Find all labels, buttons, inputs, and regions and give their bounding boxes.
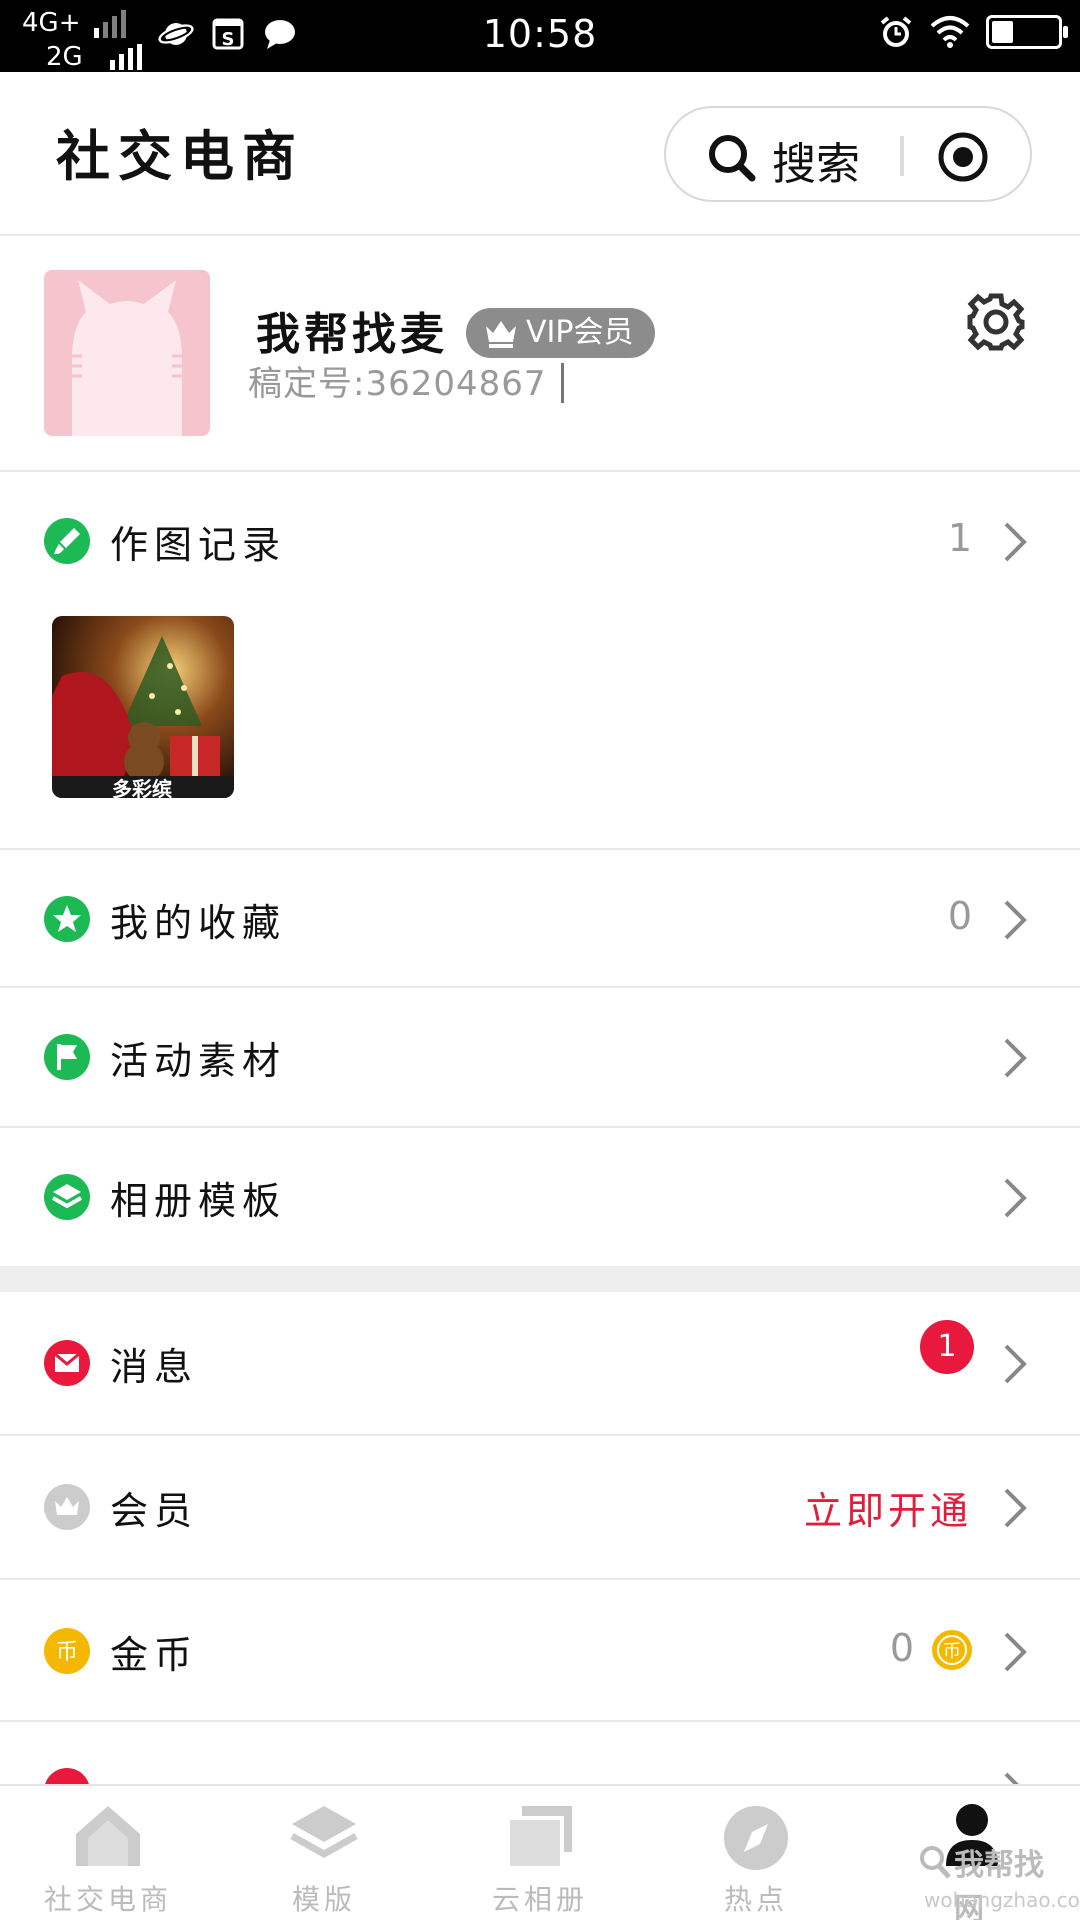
page-title: 社交电商	[56, 124, 304, 188]
layers-icon	[44, 1174, 90, 1220]
chevron-right-icon	[1002, 1176, 1028, 1220]
crown-icon	[44, 1484, 90, 1530]
profile-nickname: 我帮找麦	[256, 309, 448, 360]
brush-icon	[44, 518, 90, 564]
profile-card[interactable]: 我帮找麦 VIP会员 稿定号:36204867	[0, 238, 1080, 472]
tab-cloud-album[interactable]: 云相册	[432, 1786, 648, 1920]
vip-badge[interactable]: VIP会员	[466, 308, 656, 358]
svg-text:多彩缤: 多彩缤	[112, 777, 172, 798]
row-count: 0	[889, 1626, 914, 1670]
row-album-templates[interactable]: 相册模板	[0, 1128, 1080, 1266]
chevron-right-icon	[1002, 1486, 1028, 1530]
row-label: 金币	[110, 1633, 199, 1677]
coin-icon: 币	[44, 1628, 90, 1674]
star-icon	[44, 896, 90, 942]
row-label: 活动素材	[110, 1039, 287, 1083]
tab-label: 云相册	[491, 1883, 588, 1916]
record-target-icon[interactable]	[936, 130, 990, 184]
row-label: 会员	[110, 1489, 199, 1533]
row-count: 0	[947, 894, 972, 938]
vip-badge-label: VIP会员	[526, 315, 634, 350]
tab-label: 模版	[291, 1883, 356, 1916]
coin-symbol: 币	[56, 1640, 78, 1665]
chevron-right-icon	[1002, 520, 1028, 564]
app-header: 社交电商 搜索	[0, 72, 1080, 236]
activate-membership-link[interactable]: 立即开通	[804, 1480, 972, 1535]
row-label: 相册模板	[110, 1179, 287, 1223]
account-id-text: 稿定号:36204867	[248, 364, 547, 404]
account-id: 稿定号:36204867	[248, 356, 564, 405]
row-favorites[interactable]: 我的收藏 0	[0, 850, 1080, 988]
magnifier-logo-icon	[920, 1846, 951, 1879]
drawing-thumbnail[interactable]: 多彩缤	[52, 616, 234, 798]
chevron-right-icon	[1002, 1036, 1028, 1080]
text-cursor	[560, 363, 564, 403]
flag-icon	[44, 1034, 90, 1080]
section-separator	[0, 1266, 1080, 1292]
row-activity-materials[interactable]: 活动素材	[0, 988, 1080, 1128]
search-bar[interactable]: 搜索	[664, 106, 1032, 202]
tab-label: 社交电商	[43, 1883, 172, 1916]
row-label: 我的收藏	[110, 901, 287, 945]
search-label: 搜索	[772, 139, 860, 190]
coin-symbol: 币	[943, 1641, 961, 1662]
unread-badge: 1	[920, 1320, 974, 1374]
row-coins[interactable]: 币 金币 0 币	[0, 1580, 1080, 1722]
watermark-url: wobangzhao.com	[924, 1888, 1080, 1912]
avatar[interactable]	[44, 270, 210, 436]
row-label: 消息	[110, 1345, 199, 1389]
settings-gear-icon[interactable]	[964, 290, 1028, 354]
tab-hot-topics[interactable]: 热点	[648, 1786, 864, 1920]
home-icon	[76, 1806, 140, 1866]
status-bar: 4G+ 2G S 10:58	[0, 0, 1080, 72]
tab-templates[interactable]: 模版	[216, 1786, 432, 1920]
coin-icon: 币	[932, 1630, 972, 1670]
row-count: 1	[947, 516, 972, 560]
row-membership[interactable]: 会员 立即开通	[0, 1436, 1080, 1580]
crown-icon	[486, 321, 516, 348]
compass-icon	[724, 1806, 788, 1870]
row-messages[interactable]: 消息 1	[0, 1292, 1080, 1436]
wifi-icon	[930, 16, 970, 48]
layers-icon	[290, 1806, 358, 1859]
battery-icon	[986, 15, 1068, 49]
row-label: 作图记录	[110, 523, 287, 567]
album-icon	[506, 1806, 572, 1870]
search-icon	[709, 135, 756, 182]
christmas-photo-thumbnail: 多彩缤	[52, 616, 234, 798]
cat-avatar-icon	[64, 280, 190, 436]
chevron-right-icon	[1002, 1630, 1028, 1674]
tab-label: 热点	[723, 1883, 788, 1916]
mail-icon	[44, 1340, 90, 1386]
watermark: 我帮找网 wobangzhao.com	[918, 1838, 1080, 1920]
tab-social-commerce[interactable]: 社交电商	[0, 1786, 216, 1920]
alarm-icon	[880, 16, 912, 47]
chevron-right-icon	[1002, 1342, 1028, 1386]
chevron-right-icon	[1002, 898, 1028, 942]
search-divider	[900, 136, 904, 176]
